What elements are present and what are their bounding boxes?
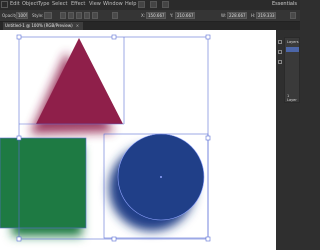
triangle-fill [36,38,123,124]
document-tab-title: Untitled-1 @ 100% (RGB/Preview) [5,23,73,28]
control-bar: Opacity: 100% Style: X: 150.667 pt Y: 21… [0,10,300,22]
menu-type[interactable]: Type [38,1,49,7]
square-fill [0,138,86,228]
document-tab-bar: Untitled-1 @ 100% (RGB/Preview) × [0,22,300,30]
menu-bar: Edit Object Type Select Effect View Wind… [0,0,300,10]
handle-middle-right[interactable] [205,135,211,141]
layers-count: 1 Layer [287,94,297,102]
layers-panel: Layers 1 Layer [284,37,300,103]
align-right-icon[interactable] [76,12,82,19]
menu-edit[interactable]: Edit [10,1,20,7]
artwork [0,34,211,242]
handle-bottom-right[interactable] [205,236,211,242]
handle-top-left[interactable] [16,34,22,40]
close-tab-icon[interactable]: × [76,23,79,28]
circle-center-point [160,176,162,178]
handle-top-right[interactable] [205,34,211,40]
app-logo-icon [1,1,8,8]
handle-bottom-middle[interactable] [111,236,117,242]
handle-top-middle[interactable] [111,34,117,40]
circle-shape[interactable] [109,133,205,231]
handle-middle-left[interactable] [16,135,22,141]
menu-help[interactable]: Help [125,1,136,7]
document-tab[interactable]: Untitled-1 @ 100% (RGB/Preview) × [3,22,84,30]
menu-object[interactable]: Object [22,1,38,7]
workspace-switcher[interactable]: Essentials [272,1,297,7]
panel-menu-icon[interactable] [290,12,296,19]
layer-row-selected[interactable] [286,47,299,52]
opacity-field[interactable]: 100% [16,12,28,19]
reference-point-icon[interactable] [112,12,118,19]
w-field[interactable]: 228.667 pt [227,12,247,19]
handle-bottom-left[interactable] [16,236,22,242]
style-label: Style: [32,13,44,18]
menu-select[interactable]: Select [52,1,67,7]
align-center-icon[interactable] [68,12,74,19]
triangle-shape[interactable] [30,38,123,134]
x-label: X: [141,13,146,18]
square-shape[interactable] [0,138,86,236]
w-label: W: [221,13,227,18]
h-field[interactable]: 219.333 pt [256,12,276,19]
y-label: Y: [170,13,174,18]
transform-icon[interactable] [92,12,98,19]
x-field[interactable]: 150.667 pt [146,12,166,19]
align-icon[interactable] [60,12,66,19]
menu-window[interactable]: Window [103,1,123,7]
menu-view[interactable]: View [89,1,101,7]
dock-icon-1[interactable] [278,40,282,44]
h-label: H: [251,13,256,18]
distribute-icon[interactable] [84,12,90,19]
style-swatch[interactable] [44,12,52,19]
dock-icon-2[interactable] [278,50,282,54]
dock-icon-3[interactable] [278,60,282,64]
arrange-documents-icon[interactable] [138,1,145,8]
grid-view-icon[interactable] [162,1,169,8]
y-field[interactable]: 210.667 pt [175,12,195,19]
menu-effect[interactable]: Effect [71,1,85,7]
artboard-canvas[interactable] [0,30,276,250]
layers-panel-title[interactable]: Layers [287,40,299,44]
bridge-icon[interactable] [150,1,157,8]
